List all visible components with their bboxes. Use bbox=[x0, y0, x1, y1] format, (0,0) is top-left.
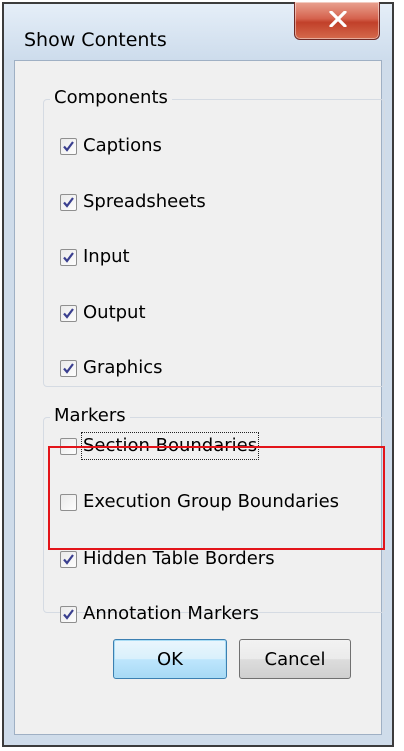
cancel-button[interactable]: Cancel bbox=[239, 639, 351, 679]
input-checkbox-box[interactable] bbox=[60, 248, 77, 266]
components-group: Components Captions Spreadsheets Input O… bbox=[43, 86, 385, 387]
checkbox-hidden-table-borders[interactable]: Hidden Table Borders bbox=[60, 545, 275, 573]
spreadsheets-label: Spreadsheets bbox=[83, 191, 206, 212]
check-icon bbox=[63, 307, 74, 319]
close-button[interactable] bbox=[294, 2, 380, 40]
close-x-icon bbox=[329, 11, 347, 27]
checkbox-output[interactable]: Output bbox=[60, 299, 146, 327]
components-legend: Components bbox=[50, 86, 172, 110]
annotation-markers-label: Annotation Markers bbox=[83, 603, 260, 624]
markers-legend: Markers bbox=[50, 404, 130, 428]
output-checkbox-box[interactable] bbox=[60, 304, 77, 322]
hidden-table-borders-label: Hidden Table Borders bbox=[83, 548, 275, 569]
output-label: Output bbox=[83, 302, 146, 323]
captions-checkbox-box[interactable] bbox=[60, 137, 77, 155]
checkbox-graphics[interactable]: Graphics bbox=[60, 354, 163, 382]
markers-group: Markers Section Boundaries Execution Gro… bbox=[43, 404, 385, 624]
check-icon bbox=[63, 362, 74, 374]
section-boundaries-label: Section Boundaries bbox=[80, 432, 260, 460]
section-boundaries-checkbox-box[interactable] bbox=[60, 437, 77, 455]
checkbox-spreadsheets[interactable]: Spreadsheets bbox=[60, 188, 206, 216]
check-icon bbox=[63, 251, 74, 263]
checkbox-annotation-markers[interactable]: Annotation Markers bbox=[60, 600, 259, 628]
dialog-client-area: Components Captions Spreadsheets Input O… bbox=[14, 60, 385, 735]
check-icon bbox=[63, 553, 74, 565]
checkbox-execution-group-boundaries[interactable]: Execution Group Boundaries bbox=[60, 488, 339, 516]
annotation-markers-checkbox-box[interactable] bbox=[60, 605, 77, 623]
checkbox-input[interactable]: Input bbox=[60, 243, 130, 271]
dialog-title: Show Contents bbox=[24, 29, 167, 51]
graphics-checkbox-box[interactable] bbox=[60, 359, 77, 377]
ok-button[interactable]: OK bbox=[113, 639, 227, 679]
check-icon bbox=[63, 196, 74, 208]
captions-label: Captions bbox=[83, 135, 162, 156]
hidden-table-borders-checkbox-box[interactable] bbox=[60, 550, 77, 568]
spreadsheets-checkbox-box[interactable] bbox=[60, 193, 77, 211]
check-icon bbox=[63, 140, 74, 152]
title-bar[interactable]: Show Contents bbox=[4, 2, 392, 60]
checkbox-captions[interactable]: Captions bbox=[60, 132, 162, 160]
check-icon bbox=[63, 608, 74, 620]
execution-group-boundaries-checkbox-box[interactable] bbox=[60, 493, 77, 511]
checkbox-section-boundaries[interactable]: Section Boundaries bbox=[60, 432, 260, 460]
execution-group-boundaries-label: Execution Group Boundaries bbox=[83, 491, 340, 512]
input-label: Input bbox=[83, 246, 130, 267]
graphics-label: Graphics bbox=[83, 357, 163, 378]
show-contents-dialog: Show Contents Components Captions Spread… bbox=[2, 2, 394, 747]
